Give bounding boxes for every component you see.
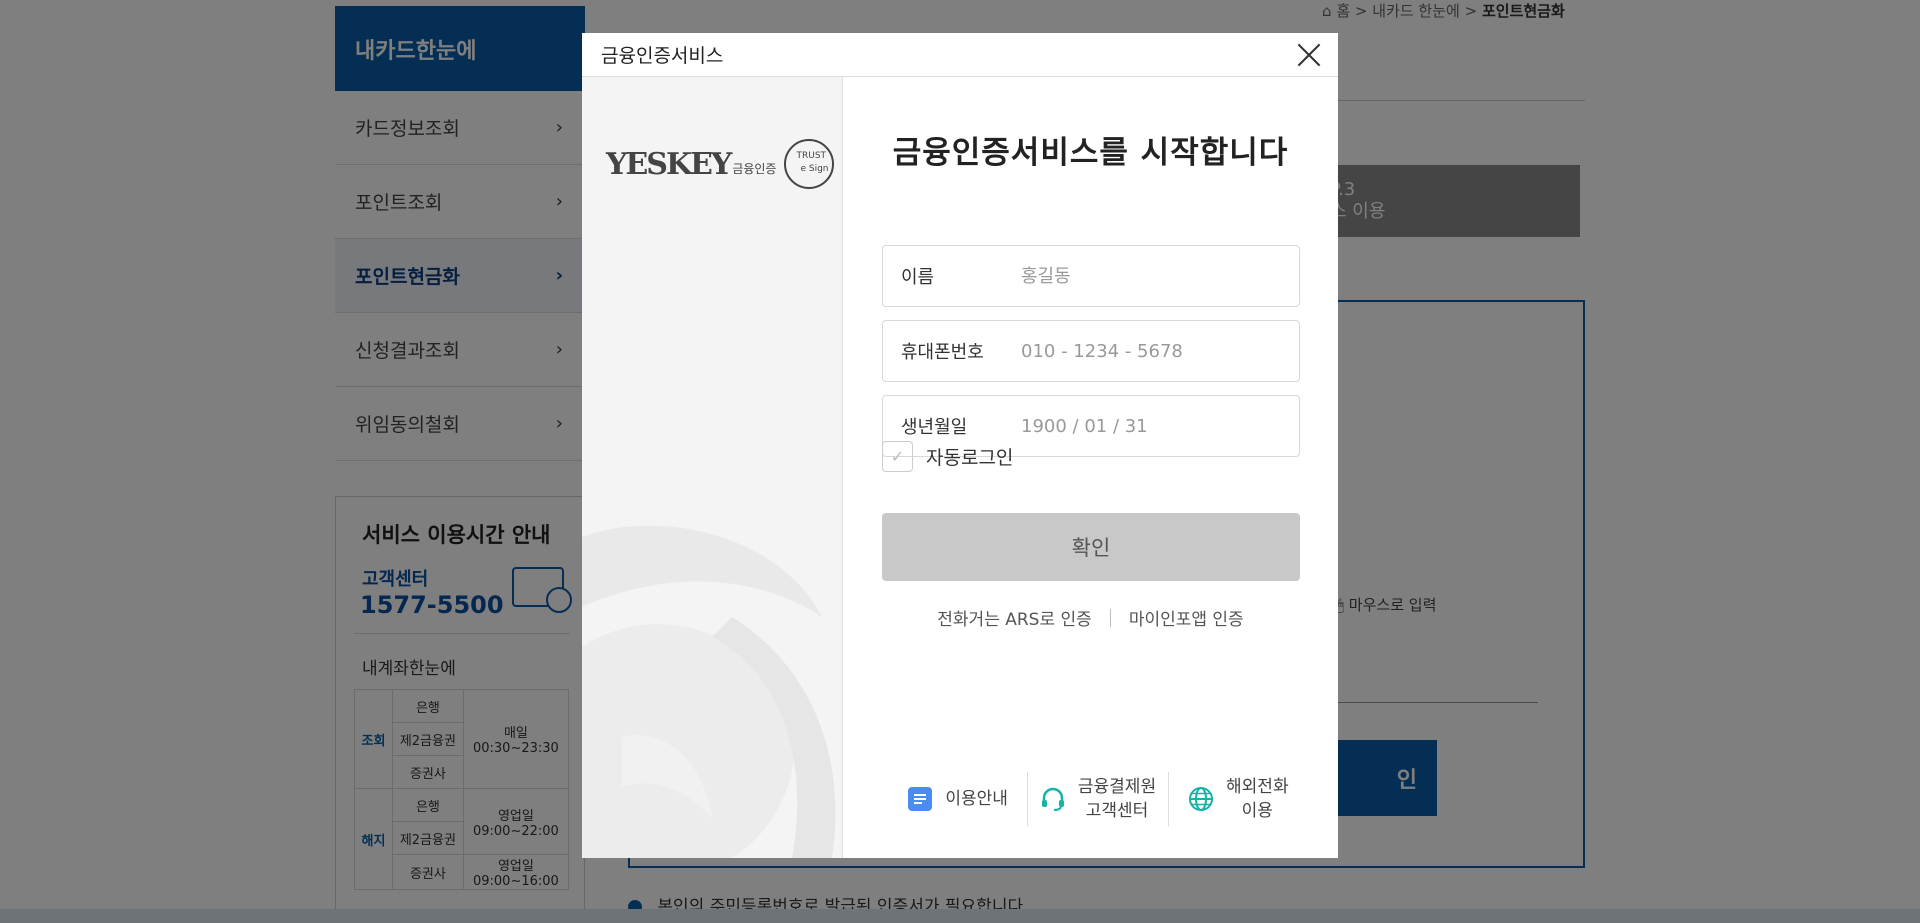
- auto-login-option[interactable]: ✓ 자동로그인: [882, 441, 1013, 472]
- auto-login-checkbox[interactable]: ✓: [882, 441, 913, 472]
- modal-brand-panel: YESKEY 금융인증 TRUST e Sign: [582, 77, 843, 858]
- modal-title: 금융인증서비스: [601, 45, 724, 67]
- modal-headline: 금융인증서비스를 시작합니다: [892, 135, 1289, 171]
- document-icon: [908, 787, 933, 811]
- myinfo-app-auth-link[interactable]: 마이인포앱 인증: [1129, 605, 1244, 630]
- financial-auth-modal: 금융인증서비스 YESKEY 금융인증 TRUST e Sign 금융인증서비스…: [582, 33, 1338, 858]
- birthdate-input[interactable]: [1021, 415, 1291, 437]
- overseas-phone-link[interactable]: 해외전화 이용: [1167, 772, 1308, 826]
- usage-guide-link[interactable]: 이용안내: [888, 772, 1027, 826]
- divider: [1109, 608, 1111, 627]
- overseas-phone-label: 해외전화 이용: [1226, 777, 1289, 821]
- yeskey-logo: YESKEY 금융인증 TRUST e Sign: [606, 139, 835, 189]
- phone-input[interactable]: [1021, 340, 1291, 362]
- modal-footer: 이용안내 금융결제원 고객센터 해외전화 이용: [888, 772, 1308, 826]
- name-field[interactable]: 이름: [882, 245, 1300, 307]
- name-field-label: 이름: [901, 267, 935, 288]
- ars-auth-link[interactable]: 전화거는 ARS로 인증: [937, 605, 1092, 630]
- modal-form-panel: 금융인증서비스를 시작합니다 이름 휴대폰번호 생년월일 ✓ 자동로그인 확인 …: [843, 77, 1338, 858]
- decorative-swirl: [582, 525, 836, 858]
- confirm-button[interactable]: 확인: [882, 513, 1300, 581]
- usage-guide-label: 이용안내: [945, 789, 1008, 809]
- phone-field-label: 휴대폰번호: [901, 342, 984, 363]
- modal-header: 금융인증서비스: [582, 33, 1338, 77]
- birthdate-field-label: 생년월일: [901, 417, 968, 438]
- kftc-customer-center-label: 금융결제원 고객센터: [1077, 777, 1157, 821]
- globe-icon: [1189, 787, 1214, 811]
- alt-auth-links: 전화거는 ARS로 인증 마이인포앱 인증: [843, 605, 1338, 630]
- name-input[interactable]: [1021, 265, 1291, 287]
- auto-login-label: 자동로그인: [926, 447, 1014, 469]
- trust-esign-seal-icon: TRUST e Sign: [784, 139, 835, 189]
- check-icon: ✓: [890, 447, 905, 466]
- close-button[interactable]: [1294, 40, 1324, 70]
- headset-icon: [1041, 787, 1064, 811]
- phone-field[interactable]: 휴대폰번호: [882, 320, 1300, 382]
- kftc-customer-center-link[interactable]: 금융결제원 고객센터: [1027, 772, 1167, 826]
